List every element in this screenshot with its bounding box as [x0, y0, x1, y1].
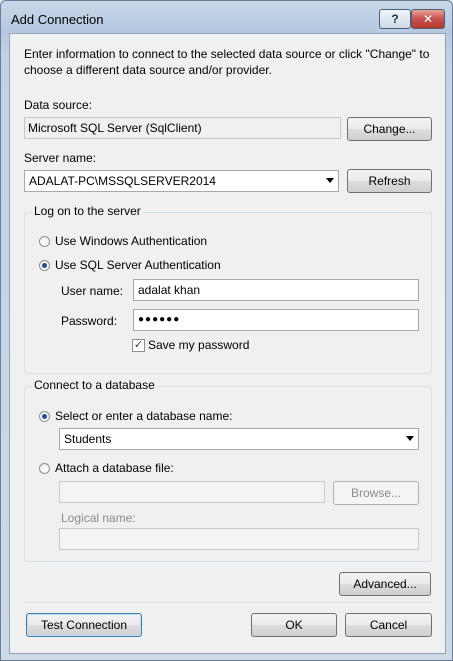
save-password-checkbox[interactable]: ✓ — [132, 339, 145, 352]
close-icon: ✕ — [422, 12, 434, 26]
database-name-value: Students — [64, 432, 112, 446]
password-input[interactable]: ●●●●●● — [133, 309, 419, 331]
dialog-body: Enter information to connect to the sele… — [9, 33, 446, 654]
select-database-radio[interactable] — [39, 411, 50, 422]
data-source-label: Data source: — [24, 98, 93, 112]
browse-button: Browse... — [333, 481, 419, 505]
cancel-button[interactable]: Cancel — [345, 613, 432, 637]
ok-button[interactable]: OK — [251, 613, 337, 637]
close-button[interactable]: ✕ — [411, 9, 445, 29]
server-name-label: Server name: — [24, 151, 97, 165]
windows-auth-label[interactable]: Use Windows Authentication — [55, 234, 207, 248]
save-password-label[interactable]: Save my password — [148, 338, 249, 352]
chevron-down-icon[interactable] — [406, 436, 414, 441]
attach-file-input — [59, 481, 325, 503]
add-connection-window: Add Connection ? ✕ Enter information to … — [0, 0, 453, 661]
chevron-down-icon[interactable] — [326, 178, 334, 183]
username-input[interactable]: adalat khan — [133, 279, 419, 301]
server-name-value: ADALAT-PC\MSSQLSERVER2014 — [29, 174, 216, 188]
advanced-button[interactable]: Advanced... — [339, 572, 431, 596]
help-button[interactable]: ? — [379, 9, 411, 29]
intro-text: Enter information to connect to the sele… — [24, 47, 430, 77]
help-icon: ? — [391, 12, 399, 26]
password-label: Password: — [61, 314, 118, 328]
database-name-combo[interactable]: Students — [59, 428, 419, 450]
logical-name-input — [59, 528, 419, 550]
title-bar: Add Connection ? ✕ — [1, 1, 452, 33]
select-database-label[interactable]: Select or enter a database name: — [55, 409, 232, 423]
test-connection-button[interactable]: Test Connection — [26, 613, 142, 637]
divider — [24, 602, 432, 603]
refresh-button[interactable]: Refresh — [347, 169, 432, 193]
attach-file-radio[interactable] — [39, 463, 50, 474]
attach-file-label[interactable]: Attach a database file: — [55, 461, 174, 475]
sql-auth-radio[interactable] — [39, 260, 50, 271]
logical-name-label: Logical name: — [61, 511, 136, 525]
change-button[interactable]: Change... — [347, 117, 432, 141]
logon-group-title: Log on to the server — [32, 204, 143, 218]
data-source-field: Microsoft SQL Server (SqlClient) — [24, 117, 341, 139]
database-group-title: Connect to a database — [32, 378, 157, 392]
windows-auth-radio[interactable] — [39, 236, 50, 247]
server-name-combo[interactable]: ADALAT-PC\MSSQLSERVER2014 — [24, 170, 339, 192]
username-label: User name: — [61, 284, 124, 298]
sql-auth-label[interactable]: Use SQL Server Authentication — [55, 258, 221, 272]
window-title: Add Connection — [11, 12, 104, 27]
